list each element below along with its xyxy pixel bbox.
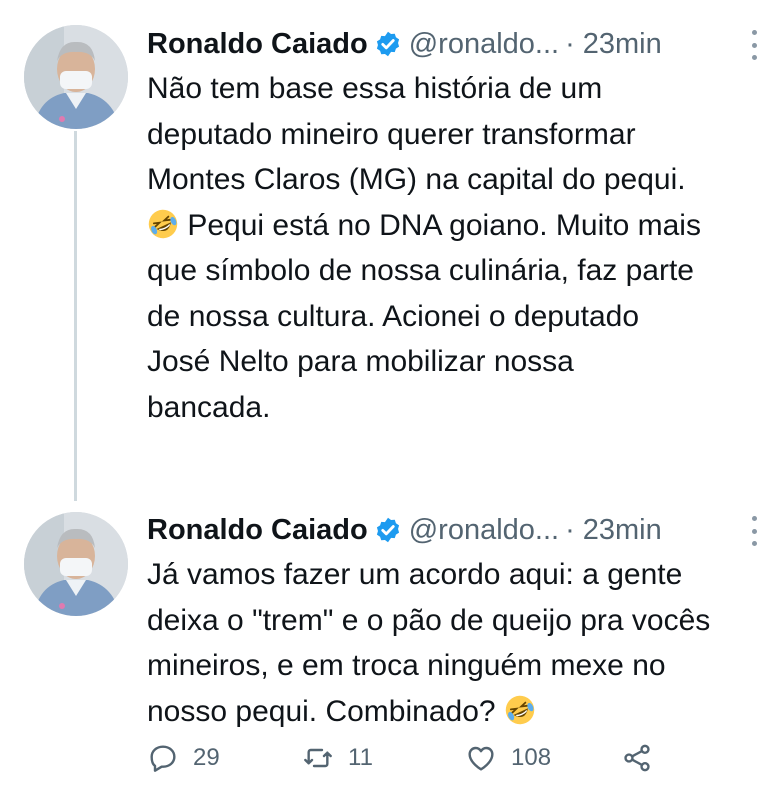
rolling-on-floor-laughing-emoji	[148, 209, 178, 238]
share-icon	[624, 744, 650, 772]
tweet-text-part-2: Pequi está no DNA goiano. Muito mais que…	[147, 208, 701, 424]
retweet-count: 11	[348, 744, 373, 771]
rolling-on-floor-laughing-emoji	[505, 695, 535, 724]
avatar[interactable]	[24, 25, 128, 129]
author-name[interactable]: Ronaldo Caiado	[147, 514, 368, 547]
reply-button[interactable]: 29	[147, 742, 220, 774]
separator-dot: ·	[565, 513, 575, 546]
author-handle[interactable]: @ronaldo...	[409, 28, 559, 61]
separator-dot: ·	[565, 27, 575, 60]
more-options-icon[interactable]	[751, 30, 757, 60]
author-handle[interactable]: @ronaldo...	[409, 514, 559, 547]
timestamp[interactable]: 23min	[583, 28, 662, 61]
timestamp[interactable]: 23min	[583, 514, 662, 547]
reply-count: 29	[193, 744, 220, 771]
tweet-actions: 29 11 108	[147, 738, 747, 778]
tweet-text-part-1: Não tem base essa história de um deputad…	[147, 72, 686, 196]
avatar-photo	[24, 512, 128, 616]
avatar[interactable]	[24, 512, 128, 616]
retweet-icon	[304, 748, 332, 768]
reply-icon	[150, 745, 176, 772]
retweet-button[interactable]: 11	[302, 742, 373, 774]
tweet-text-part-1: Já vamos fazer um acordo aqui: a gente d…	[147, 558, 711, 728]
like-count: 108	[511, 744, 552, 771]
more-options-icon[interactable]	[751, 516, 757, 546]
tweet-1[interactable]: Ronaldo Caiado @ronaldo... · 23min Não t…	[0, 0, 783, 501]
like-icon	[468, 746, 494, 771]
avatar-photo	[24, 25, 128, 129]
tweet-2[interactable]: Ronaldo Caiado @ronaldo... · 23min Já va…	[0, 500, 783, 800]
share-button[interactable]	[621, 742, 653, 774]
verified-badge-icon	[376, 31, 399, 57]
author-name[interactable]: Ronaldo Caiado	[147, 28, 368, 61]
tweet-text: Não tem base essa história de um deputad…	[147, 66, 772, 430]
tweet-header: Ronaldo Caiado @ronaldo... · 23min	[147, 24, 767, 64]
verified-badge-icon	[376, 517, 399, 543]
tweet-header: Ronaldo Caiado @ronaldo... · 23min	[147, 510, 767, 550]
tweet-text: Já vamos fazer um acordo aqui: a gente d…	[147, 552, 772, 734]
thread-line	[74, 131, 77, 501]
like-button[interactable]: 108	[465, 742, 551, 774]
